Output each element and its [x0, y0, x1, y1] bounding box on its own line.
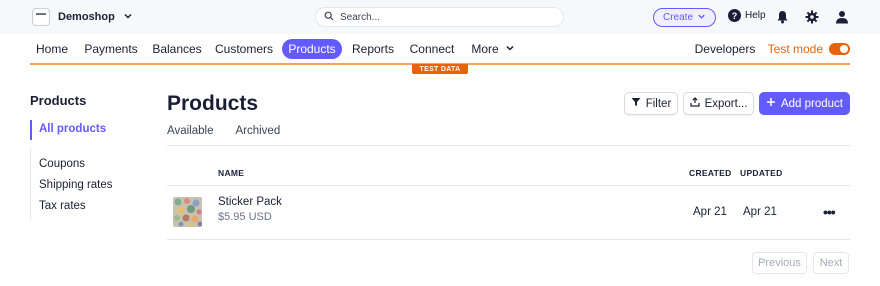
- search-bar[interactable]: [315, 7, 564, 27]
- help-icon: ?: [728, 9, 741, 22]
- sidebar-item-all-products[interactable]: All products: [39, 123, 106, 135]
- sidebar-active-indicator: [30, 120, 32, 140]
- more-actions-icon[interactable]: •••: [823, 204, 836, 220]
- filter-button[interactable]: Filter: [624, 92, 678, 115]
- export-button[interactable]: Export...: [683, 92, 754, 115]
- column-header-created[interactable]: CREATED: [689, 168, 732, 178]
- add-product-label: Add product: [780, 97, 843, 110]
- nav-home[interactable]: Home: [32, 39, 72, 59]
- nav-reports[interactable]: Reports: [350, 39, 396, 59]
- tabs-divider: [167, 145, 850, 146]
- sidebar-divider: [30, 148, 31, 220]
- chevron-down-icon: [505, 42, 515, 56]
- gear-icon[interactable]: [804, 9, 820, 25]
- created-date: Apr 21: [693, 206, 727, 218]
- export-label: Export...: [704, 97, 748, 110]
- nav-connect[interactable]: Connect: [407, 39, 457, 59]
- nav-developers[interactable]: Developers: [694, 39, 756, 59]
- store-icon: [32, 8, 50, 26]
- account-name: Demoshop: [58, 11, 115, 23]
- table-row[interactable]: Sticker Pack $5.95 USD Apr 21 Apr 21 •••: [167, 186, 850, 239]
- column-header-name[interactable]: NAME: [218, 168, 244, 178]
- help-label: Help: [745, 10, 766, 21]
- toggle-switch[interactable]: [829, 43, 850, 55]
- plus-icon: [766, 97, 776, 110]
- help-button[interactable]: ? Help: [728, 9, 766, 22]
- user-icon[interactable]: [834, 9, 850, 25]
- export-icon: [689, 97, 700, 110]
- sidebar-item-tax-rates[interactable]: Tax rates: [39, 200, 86, 212]
- sidebar-title: Products: [30, 93, 87, 108]
- product-image: [173, 197, 202, 227]
- row-divider: [167, 239, 850, 240]
- create-label: Create: [662, 12, 693, 23]
- nav-payments[interactable]: Payments: [83, 39, 139, 59]
- nav-customers[interactable]: Customers: [214, 39, 274, 59]
- status-tabs: Available Archived: [167, 125, 280, 137]
- nav-more[interactable]: More: [468, 39, 518, 59]
- create-button[interactable]: Create: [653, 8, 716, 27]
- previous-button[interactable]: Previous: [752, 252, 807, 274]
- bell-icon[interactable]: [774, 9, 790, 25]
- main-nav: Home Payments Balances Customers Product…: [30, 37, 850, 61]
- sidebar-item-coupons[interactable]: Coupons: [39, 158, 85, 170]
- tab-available[interactable]: Available: [167, 125, 213, 137]
- search-input[interactable]: [340, 11, 540, 23]
- account-switcher[interactable]: Demoshop: [32, 8, 133, 26]
- nav-more-label: More: [471, 42, 499, 56]
- filter-label: Filter: [645, 97, 672, 110]
- chevron-down-icon: [123, 11, 133, 24]
- chevron-down-icon: [697, 12, 706, 24]
- column-header-updated[interactable]: UPDATED: [740, 168, 783, 178]
- nav-products[interactable]: Products: [282, 39, 342, 59]
- page-title: Products: [167, 92, 259, 115]
- filter-icon: [631, 97, 641, 110]
- tab-archived[interactable]: Archived: [235, 125, 280, 137]
- test-data-badge: TEST DATA: [412, 64, 468, 74]
- updated-date: Apr 21: [743, 206, 777, 218]
- product-price: $5.95 USD: [218, 211, 272, 223]
- top-bar: Demoshop Create ? Help: [0, 0, 880, 34]
- search-icon: [324, 10, 334, 24]
- nav-balances[interactable]: Balances: [150, 39, 204, 59]
- product-name[interactable]: Sticker Pack: [218, 196, 282, 208]
- test-mode-label: Test mode: [767, 42, 823, 56]
- next-button[interactable]: Next: [813, 252, 849, 274]
- test-mode-toggle[interactable]: Test mode: [768, 39, 850, 59]
- add-product-button[interactable]: Add product: [759, 92, 850, 115]
- sidebar-item-shipping-rates[interactable]: Shipping rates: [39, 179, 113, 191]
